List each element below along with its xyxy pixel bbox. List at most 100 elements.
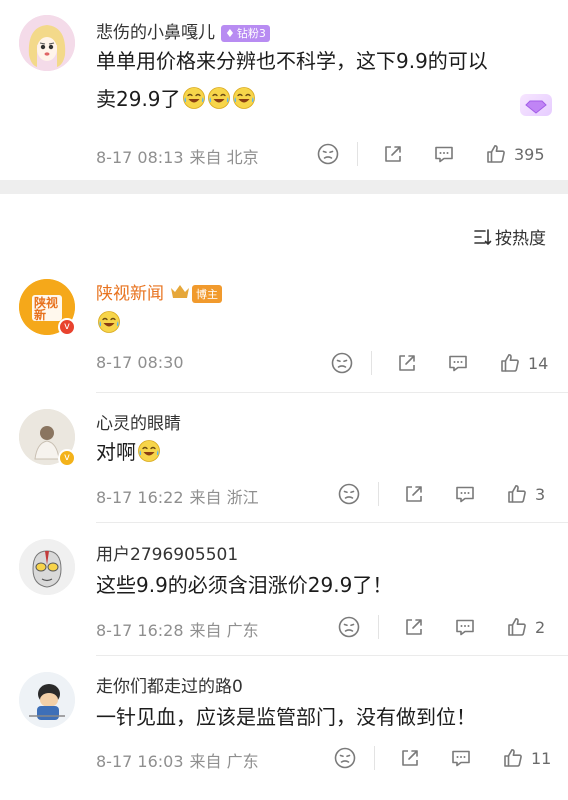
like-button[interactable]: 14 [498,346,548,380]
dislike-button[interactable] [337,477,361,511]
dislike-button[interactable] [316,137,340,171]
like-button[interactable]: 3 [505,477,545,511]
fan-badge-label: 钻粉3 [236,27,266,40]
username[interactable]: 用户2796905501 [96,540,238,565]
comment-line: 单单用价格来分辨也不科学，这下9.9的可以 [96,49,488,73]
section-divider [0,180,568,194]
like-button[interactable]: 11 [501,741,551,775]
like-count: 14 [528,353,549,373]
separator [378,482,379,506]
comment-text: 单单用价格来分辨也不科学，这下9.9的可以 卖29.9了 [96,42,546,118]
username[interactable]: 陕视新闻 博主 [96,279,222,305]
share-button[interactable] [395,346,419,380]
username[interactable]: 走你们都走过的路0 [96,672,243,697]
reply-button[interactable] [446,346,470,380]
reply-button[interactable] [449,741,473,775]
reply-button[interactable] [453,477,477,511]
avatar-cartoon-icon [19,672,75,728]
dislike-icon [337,615,361,639]
reply-button[interactable] [432,137,456,171]
username-text[interactable]: 用户2796905501 [96,545,238,565]
action-bar: 2 [0,610,568,644]
sort-toggle[interactable]: 按热度 [472,224,546,249]
verified-icon: v [58,449,76,467]
reply-button[interactable] [453,610,477,644]
share-icon [398,746,422,770]
share-icon [402,482,426,506]
share-button[interactable] [398,741,422,775]
comment-icon [449,746,473,770]
sort-icon [474,228,492,245]
comment-line-text: 卖29.9了 [96,87,181,111]
separator [371,351,372,375]
laugh-cry-emoji-icon [97,310,121,334]
comment-line-text: 这些9.9的必须含泪涨价29.9了！ [96,573,393,597]
verified-icon: v [58,318,76,336]
diamond-icon [525,100,547,114]
comment-icon [453,482,477,506]
comment-text: 一针见血，应该是监管部门，没有做到位！ [96,698,556,736]
comment-line-text: 对啊 [96,440,136,464]
separator [378,615,379,639]
avatar-text: 陕视新 [34,296,59,322]
username-text[interactable]: 心灵的眼睛 [96,414,181,434]
avatar-girl-icon [19,15,75,71]
comment-icon [453,615,477,639]
diamond-icon: ♦ [225,26,235,40]
avatar-ultraman-icon [19,539,75,595]
username[interactable]: 心灵的眼睛 [96,409,181,434]
dislike-icon [337,482,361,506]
thumbs-up-icon [501,746,525,770]
sort-label: 按热度 [495,229,546,249]
divider [96,392,568,393]
thumbs-up-icon [484,142,508,166]
avatar[interactable] [19,539,75,595]
comment-line: 卖29.9了 [96,80,546,118]
thumbs-up-icon [498,351,522,375]
username[interactable]: 悲伤的小鼻嘎儿 ♦ 钻粉3 [96,18,270,43]
thumbs-up-icon [505,615,529,639]
separator [357,142,358,166]
share-button[interactable] [381,137,405,171]
dislike-button[interactable] [337,610,361,644]
dislike-button[interactable] [333,741,357,775]
dislike-button[interactable] [330,346,354,380]
share-icon [402,615,426,639]
share-icon [381,142,405,166]
avatar[interactable] [19,672,75,728]
username-text[interactable]: 陕视新闻 [96,284,164,304]
laugh-cry-emoji-icon [232,86,256,110]
fan-badge[interactable]: ♦ 钻粉3 [221,24,270,42]
like-count: 11 [531,748,552,768]
like-button[interactable]: 2 [505,610,545,644]
separator [374,746,375,770]
share-icon [395,351,419,375]
emoji-comment [96,310,121,334]
action-bar: 395 [0,137,568,171]
laugh-cry-emoji-icon [207,86,231,110]
comment-icon [446,351,470,375]
comment-text: 对啊 [96,433,546,471]
crown-icon [170,284,190,305]
action-bar: 3 [0,477,568,511]
like-count: 2 [535,617,546,637]
divider [96,655,568,656]
diamond-sticker-icon [520,94,552,116]
username-text[interactable]: 走你们都走过的路0 [96,677,243,697]
username-text[interactable]: 悲伤的小鼻嘎儿 [96,23,215,43]
like-button[interactable]: 395 [484,137,545,171]
like-count: 3 [535,484,546,504]
comment-line-text: 一针见血，应该是监管部门，没有做到位！ [96,705,476,729]
blogger-badge[interactable]: 博主 [192,285,222,303]
share-button[interactable] [402,610,426,644]
dislike-icon [330,351,354,375]
comment-text: 这些9.9的必须含泪涨价29.9了！ [96,566,546,604]
share-button[interactable] [402,477,426,511]
dislike-icon [316,142,340,166]
laugh-cry-emoji-icon [182,86,206,110]
comment-icon [432,142,456,166]
dislike-icon [333,746,357,770]
divider [96,522,568,523]
avatar[interactable] [19,15,75,71]
like-count: 395 [514,144,545,164]
